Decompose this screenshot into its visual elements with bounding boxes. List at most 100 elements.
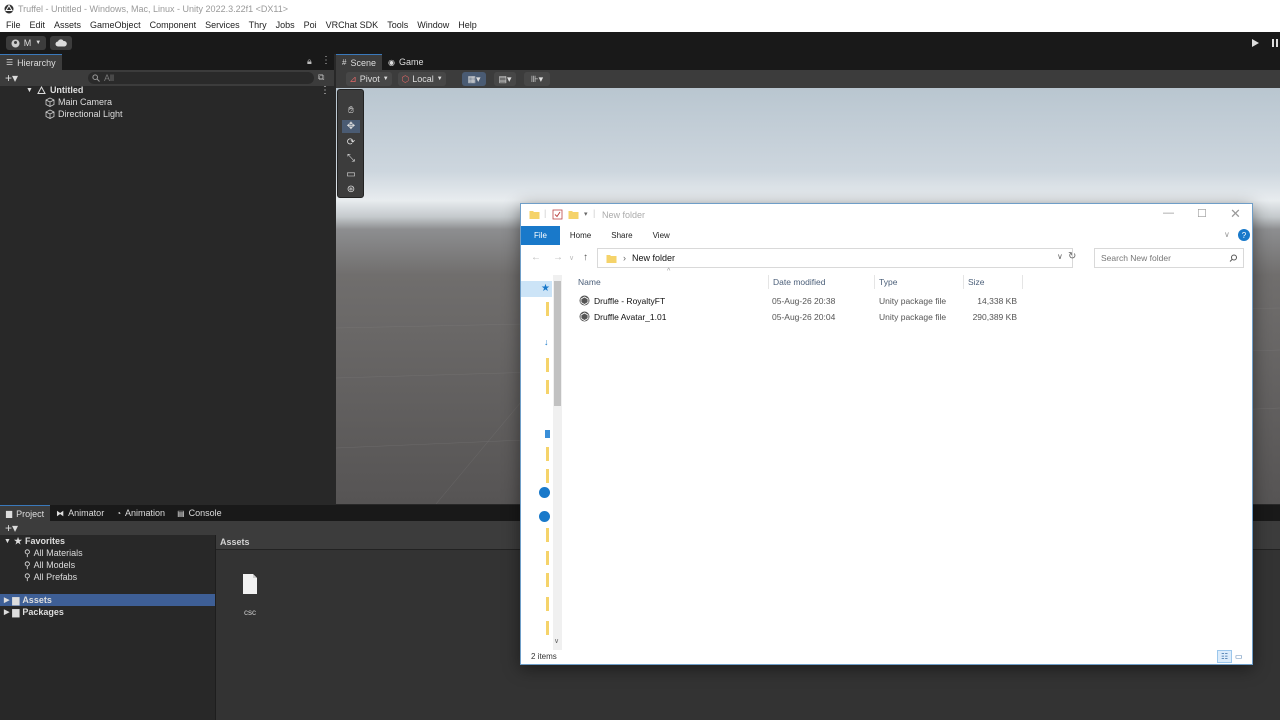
tab-animator[interactable]: ⧓ Animator — [50, 505, 110, 521]
column-header-date[interactable]: Date modified — [769, 275, 875, 289]
add-icon[interactable]: +▾ — [5, 71, 18, 85]
hierarchy-search-input[interactable]: All — [88, 72, 314, 84]
pivot-dropdown[interactable]: ⊿ Pivot ▼ — [346, 72, 392, 86]
breadcrumb-chevron-icon[interactable]: › — [623, 253, 626, 263]
refresh-icon[interactable]: ↻ — [1068, 251, 1076, 262]
new-folder-icon[interactable] — [568, 209, 579, 220]
nav-folder-icon[interactable] — [546, 302, 549, 316]
nav-folder-icon[interactable] — [546, 573, 549, 587]
pause-button[interactable] — [1270, 37, 1280, 49]
large-icons-view-icon[interactable]: ▭ — [1235, 652, 1243, 661]
menu-vrchat-sdk[interactable]: VRChat SDK — [326, 20, 379, 30]
add-icon[interactable]: +▾ — [5, 521, 18, 535]
nav-folder-icon[interactable] — [546, 621, 549, 635]
nav-folder-icon[interactable] — [546, 551, 549, 565]
account-dropdown[interactable]: M ▼ — [6, 36, 46, 50]
hand-tool-icon[interactable]: ✋︎ — [342, 104, 360, 117]
close-icon[interactable]: ✕ — [1230, 206, 1241, 222]
favorite-item-all-materials[interactable]: ⚲ All Materials — [24, 547, 83, 559]
column-header-size[interactable]: Size — [964, 275, 1023, 289]
chevron-right-icon[interactable]: ▶ — [4, 596, 9, 604]
nav-folder-icon[interactable] — [546, 528, 549, 542]
rotate-tool-icon[interactable]: ⟳ — [342, 136, 360, 149]
ribbon-tab-home[interactable]: Home — [560, 226, 601, 245]
menu-services[interactable]: Services — [205, 20, 240, 30]
column-header-name[interactable]: Name — [574, 275, 769, 289]
explorer-search-input[interactable]: Search New folder — [1094, 248, 1244, 268]
menu-thry[interactable]: Thry — [249, 20, 267, 30]
more-options-icon[interactable]: ⋮ — [321, 55, 331, 66]
menu-window[interactable]: Window — [417, 20, 449, 30]
minimize-icon[interactable]: — — [1163, 207, 1174, 219]
favorite-item-all-prefabs[interactable]: ⚲ All Prefabs — [24, 571, 77, 583]
local-dropdown[interactable]: ⬡ Local ▼ — [398, 72, 446, 86]
menu-jobs[interactable]: Jobs — [276, 20, 295, 30]
properties-icon[interactable] — [552, 209, 563, 220]
cloud-button[interactable] — [50, 36, 72, 50]
details-view-button[interactable]: ☷ — [1217, 650, 1232, 663]
nav-folder-icon[interactable] — [546, 597, 549, 611]
address-bar[interactable]: › New folder ∨ ↻ — [597, 248, 1076, 268]
up-arrow-icon[interactable]: ↑ — [583, 252, 588, 263]
network-drive-icon[interactable] — [539, 487, 550, 498]
menu-tools[interactable]: Tools — [387, 20, 408, 30]
tab-console[interactable]: ▤ Console — [171, 505, 228, 521]
tab-animation[interactable]: ◔ Animation — [110, 505, 171, 521]
rect-tool-icon[interactable]: ▭ — [342, 168, 360, 181]
recent-locations-icon[interactable]: ∨ — [569, 254, 574, 262]
help-icon[interactable]: ? — [1238, 229, 1250, 241]
network-drive-icon[interactable] — [539, 511, 550, 522]
maximize-icon[interactable]: ☐ — [1197, 207, 1207, 220]
back-arrow-icon[interactable]: ← — [531, 252, 541, 263]
favorite-item-all-models[interactable]: ⚲ All Models — [24, 559, 75, 571]
ribbon-tab-share[interactable]: Share — [601, 226, 642, 245]
expand-ribbon-icon[interactable]: ∨ — [1224, 230, 1230, 239]
menu-gameobject[interactable]: GameObject — [90, 20, 141, 30]
menu-component[interactable]: Component — [150, 20, 197, 30]
increment-snap-button[interactable]: ⊪▾ — [524, 72, 550, 86]
chevron-right-icon[interactable]: ▶ — [4, 608, 9, 616]
folder-assets[interactable]: ▶ ▆ Assets — [4, 594, 52, 606]
ribbon-tab-view[interactable]: View — [643, 226, 680, 245]
transform-tool-icon[interactable]: ⊛ — [342, 183, 360, 196]
nav-folder-icon[interactable] — [546, 447, 549, 461]
ribbon-tab-file[interactable]: File — [521, 226, 560, 245]
move-tool-icon[interactable]: ✥ — [342, 120, 360, 133]
tab-game[interactable]: ◉ Game — [382, 54, 430, 70]
nav-folder-icon[interactable] — [546, 469, 549, 483]
nav-scrollbar-thumb[interactable] — [554, 281, 561, 406]
chevron-down-icon[interactable]: ▼ — [4, 538, 11, 545]
tab-hierarchy[interactable]: ☰ Hierarchy — [0, 54, 62, 70]
downloads-icon[interactable]: ↓ — [544, 337, 549, 347]
asset-file-label[interactable]: csc — [237, 608, 263, 617]
menu-poi[interactable]: Poi — [304, 20, 317, 30]
scene-visibility-icon[interactable]: ⧉ — [318, 72, 324, 83]
play-button[interactable] — [1249, 37, 1261, 49]
this-pc-icon[interactable] — [545, 430, 550, 438]
address-dropdown-icon[interactable]: ∨ — [1057, 252, 1063, 261]
menu-assets[interactable]: Assets — [54, 20, 81, 30]
lock-icon[interactable]: 🔒︎ — [307, 56, 312, 67]
nav-scrollbar[interactable]: ∨ — [553, 275, 562, 650]
menu-edit[interactable]: Edit — [30, 20, 46, 30]
forward-arrow-icon[interactable]: → — [553, 252, 563, 263]
nav-folder-icon[interactable] — [546, 358, 549, 372]
quick-access-star-icon[interactable]: ★ — [541, 283, 550, 294]
column-header-type[interactable]: Type — [875, 275, 964, 289]
chevron-down-icon[interactable]: ▼ — [26, 87, 33, 94]
hierarchy-item-main-camera[interactable]: Main Camera — [45, 96, 112, 108]
grid-snapping-button[interactable]: ▦▾ — [462, 72, 486, 86]
tab-project[interactable]: ▆ Project — [0, 505, 51, 521]
menu-help[interactable]: Help — [458, 20, 477, 30]
nav-folder-icon[interactable] — [546, 380, 549, 394]
menu-file[interactable]: File — [6, 20, 21, 30]
more-options-icon[interactable]: ⋮ — [320, 85, 330, 96]
hierarchy-item-directional-light[interactable]: Directional Light — [45, 108, 123, 120]
snap-increment-button[interactable]: ▤▾ — [494, 72, 516, 86]
favorites-row[interactable]: ▼ ★ Favorites — [4, 535, 65, 547]
file-row[interactable]: Druffle Avatar_1.01 05-Aug-26 20:04 Unit… — [573, 309, 1023, 324]
asset-file-icon[interactable] — [241, 573, 259, 595]
customize-toolbar-icon[interactable]: ▾ — [584, 210, 588, 218]
folder-packages[interactable]: ▶ ▆ Packages — [4, 606, 64, 618]
tab-scene[interactable]: # Scene — [336, 54, 382, 70]
